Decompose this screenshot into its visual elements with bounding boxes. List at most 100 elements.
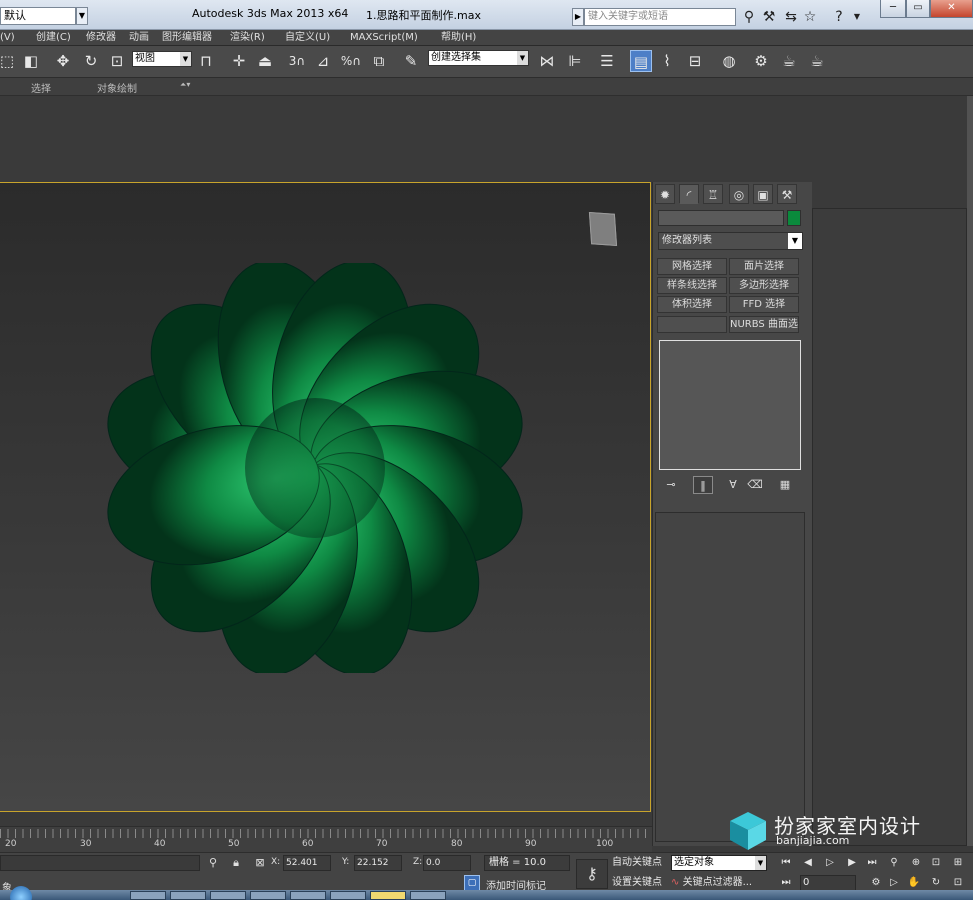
- taskbar-item[interactable]: [250, 891, 286, 900]
- search-expand-icon[interactable]: ▶: [572, 8, 584, 26]
- taskbar-item[interactable]: [410, 891, 446, 900]
- orbit-icon[interactable]: ↻: [928, 875, 944, 891]
- modifier-list-select[interactable]: 修改器列表 ▼: [658, 232, 803, 250]
- menu-animation[interactable]: 动画: [129, 30, 149, 46]
- angle-snap-icon[interactable]: ⊿: [312, 50, 334, 72]
- menu-view[interactable]: (V): [0, 30, 15, 46]
- maximize-viewport-icon[interactable]: ⊡: [950, 875, 966, 891]
- make-unique-icon[interactable]: ∀: [723, 476, 743, 494]
- menu-help[interactable]: 帮助(H): [441, 30, 476, 46]
- close-button[interactable]: ✕: [930, 0, 973, 18]
- z-coord-field[interactable]: 0.0: [423, 855, 471, 871]
- set-key-button[interactable]: 设置关键点: [612, 875, 668, 891]
- ffd-select-button[interactable]: FFD 选择: [729, 296, 799, 313]
- taskbar-item[interactable]: [170, 891, 206, 900]
- empty-modifier-button[interactable]: [657, 316, 727, 333]
- help-icon[interactable]: ?: [830, 8, 848, 26]
- pin-icon[interactable]: ⚲: [205, 855, 221, 871]
- menu-rendering[interactable]: 渲染(R): [230, 30, 265, 46]
- scene-explorer-icon[interactable]: ▤: [630, 50, 652, 72]
- chevron-down-icon[interactable]: ▼: [76, 7, 88, 25]
- rendered-frame-icon[interactable]: ☕: [778, 50, 800, 72]
- minimize-button[interactable]: ─: [880, 0, 906, 18]
- go-to-start-icon[interactable]: ⏮: [778, 855, 794, 871]
- menu-maxscript[interactable]: MAXScript(M): [350, 30, 418, 46]
- pin-stack-icon[interactable]: ⊸: [661, 476, 681, 494]
- wrench-icon[interactable]: ⚒: [760, 8, 778, 26]
- move-icon[interactable]: ✥: [52, 50, 74, 72]
- key-filters-button[interactable]: ∿ 关键点过滤器...: [671, 875, 769, 891]
- render-setup-icon[interactable]: ⚙: [750, 50, 772, 72]
- rotate-icon[interactable]: ↻: [80, 50, 102, 72]
- material-editor-icon[interactable]: ◍: [718, 50, 740, 72]
- display-tab-icon[interactable]: ▣: [753, 184, 773, 204]
- configure-sets-icon[interactable]: ▦: [775, 476, 795, 494]
- pivot-icon[interactable]: ⊓: [195, 50, 217, 72]
- star-icon[interactable]: ☆: [801, 8, 819, 26]
- right-scrollbar[interactable]: [967, 96, 973, 846]
- object-name-field[interactable]: [658, 210, 784, 226]
- current-frame-field[interactable]: 0: [800, 875, 856, 891]
- maximize-button[interactable]: ▭: [906, 0, 930, 18]
- pumpkin-object[interactable]: [90, 263, 540, 673]
- window-crossing-icon[interactable]: ◧: [20, 50, 42, 72]
- vol-select-button[interactable]: 体积选择: [657, 296, 727, 313]
- tab-object-paint[interactable]: 对象绘制: [97, 80, 137, 95]
- y-coord-field[interactable]: 22.152: [354, 855, 402, 871]
- select-manipulate-icon[interactable]: ✛: [228, 50, 250, 72]
- binoculars-icon[interactable]: ⚲: [740, 8, 758, 26]
- motion-tab-icon[interactable]: ◎: [729, 184, 749, 204]
- previous-frame-icon[interactable]: ◀: [800, 855, 816, 871]
- chevron-down-icon[interactable]: ▼: [180, 52, 191, 66]
- patch-select-button[interactable]: 面片选择: [729, 258, 799, 275]
- remove-modifier-icon[interactable]: ⌫: [745, 476, 765, 494]
- workspace-select[interactable]: 默认: [0, 7, 76, 25]
- pan-hand-icon[interactable]: ✋: [906, 875, 922, 891]
- key-mode-select[interactable]: 选定对象 ▼: [671, 855, 767, 871]
- chevron-down-icon[interactable]: ▼: [788, 233, 802, 249]
- play-icon[interactable]: ▷: [822, 855, 838, 871]
- key-mode-icon[interactable]: ⏭: [778, 875, 794, 891]
- taskbar-item[interactable]: [330, 891, 366, 900]
- maxscript-listener-field[interactable]: [0, 855, 200, 871]
- keyboard-shortcut-icon[interactable]: ⏏: [254, 50, 276, 72]
- zoom-extents-all-icon[interactable]: ⊞: [950, 855, 966, 871]
- exchange-icon[interactable]: ⇆: [782, 8, 800, 26]
- taskbar-item[interactable]: [130, 891, 166, 900]
- auto-key-button[interactable]: 自动关键点: [612, 855, 668, 871]
- taskbar-item[interactable]: [290, 891, 326, 900]
- spline-select-button[interactable]: 样条线选择: [657, 277, 727, 294]
- render-teapot-icon[interactable]: ☕: [806, 50, 828, 72]
- zoom-icon[interactable]: ⚲: [886, 855, 902, 871]
- fov-icon[interactable]: ▷: [886, 875, 902, 891]
- scale-icon[interactable]: ⊡: [106, 50, 128, 72]
- timeline-ruler[interactable]: 20 30 40 50 60 70 80 90 100: [0, 826, 652, 852]
- menu-modifiers[interactable]: 修改器: [86, 30, 116, 46]
- reference-coordinate-select[interactable]: 视图 ▼: [132, 51, 192, 67]
- edit-named-selection-icon[interactable]: ✎: [400, 50, 422, 72]
- menu-customize[interactable]: 自定义(U): [285, 30, 330, 46]
- create-tab-icon[interactable]: ✹: [655, 184, 675, 204]
- x-coord-field[interactable]: 52.401: [283, 855, 331, 871]
- schematic-view-icon[interactable]: ⊟: [684, 50, 706, 72]
- mesh-select-button[interactable]: 网格选择: [657, 258, 727, 275]
- mirror-icon[interactable]: ⋈: [536, 50, 558, 72]
- select-region-icon[interactable]: ⬚: [0, 50, 18, 72]
- tab-selection[interactable]: 选择: [31, 80, 51, 95]
- viewcube-icon[interactable]: [588, 211, 618, 247]
- key-icon[interactable]: ⚷: [576, 859, 608, 889]
- menu-graph-editors[interactable]: 图形编辑器: [162, 30, 212, 46]
- chevron-down-icon[interactable]: ▼: [848, 8, 866, 26]
- layer-manager-icon[interactable]: ☰: [596, 50, 618, 72]
- named-selection-set[interactable]: 创建选择集 ▼: [428, 50, 529, 66]
- menu-create[interactable]: 创建(C): [36, 30, 71, 46]
- poly-select-button[interactable]: 多边形选择: [729, 277, 799, 294]
- zoom-all-icon[interactable]: ⊕: [908, 855, 924, 871]
- chevron-down-icon[interactable]: ▼: [517, 51, 528, 65]
- modify-tab-icon[interactable]: ◜: [679, 184, 699, 204]
- taskbar-item[interactable]: [370, 891, 406, 900]
- next-frame-icon[interactable]: ▶: [844, 855, 860, 871]
- align-icon[interactable]: ⊫: [564, 50, 586, 72]
- taskbar-item[interactable]: [210, 891, 246, 900]
- time-tag-icon[interactable]: ▢: [464, 875, 480, 891]
